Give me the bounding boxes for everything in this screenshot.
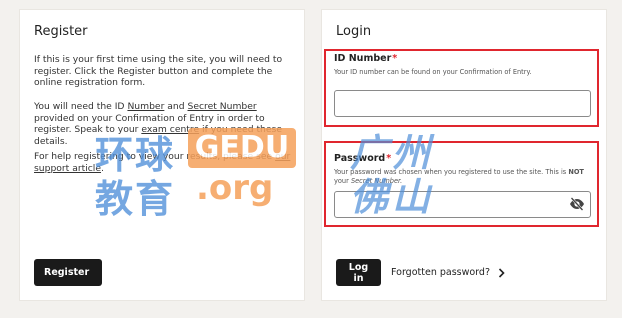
id-number-term: Number: [127, 101, 165, 112]
password-hint: Your password was chosen when you regist…: [334, 168, 592, 186]
text-segment: For help registering to view your result…: [34, 151, 276, 162]
register-card: Register If this is your first time usin…: [19, 9, 305, 301]
text-segment: and: [164, 101, 188, 112]
register-button[interactable]: Register: [34, 259, 102, 286]
text-segment: Your password was chosen when you regist…: [334, 168, 569, 176]
password-label-text: Password: [334, 153, 386, 164]
text-segment: .: [101, 162, 104, 174]
chevron-right-icon: [498, 267, 505, 278]
exam-centre-link[interactable]: exam centre: [141, 124, 199, 135]
text-segment: You will need the ID: [34, 101, 128, 112]
password-input[interactable]: [334, 191, 591, 218]
text-segment: .: [400, 177, 403, 185]
text-segment: your: [334, 177, 351, 185]
id-number-hint: Your ID number can be found on your Conf…: [334, 68, 532, 76]
id-number-label-text: ID Number: [334, 53, 392, 64]
forgotten-password-link[interactable]: Forgotten password?: [391, 259, 505, 286]
login-button-label: Log in: [348, 261, 369, 284]
register-requirements-text: You will need the ID Number and Secret N…: [34, 101, 296, 147]
secret-number-term: Secret Number: [187, 101, 257, 112]
password-label: Password*: [334, 153, 391, 164]
not-emphasis: NOT: [568, 168, 584, 176]
register-title: Register: [34, 24, 88, 39]
required-marker: *: [386, 153, 392, 164]
login-button[interactable]: Log in: [336, 259, 381, 286]
forgotten-password-label: Forgotten password?: [391, 267, 490, 278]
eye-off-icon[interactable]: [569, 196, 585, 212]
secret-number-term: Secret Number: [350, 177, 401, 185]
register-button-label: Register: [44, 267, 90, 278]
register-intro-text: If this is your first time using the sit…: [34, 54, 283, 89]
id-number-label: ID Number*: [334, 53, 397, 64]
required-marker: *: [392, 53, 398, 64]
login-card: Login ID Number* Your ID number can be f…: [321, 9, 607, 301]
id-number-input[interactable]: [334, 90, 591, 117]
register-help-text: For help registering to view your result…: [34, 151, 296, 174]
login-title: Login: [336, 24, 372, 39]
